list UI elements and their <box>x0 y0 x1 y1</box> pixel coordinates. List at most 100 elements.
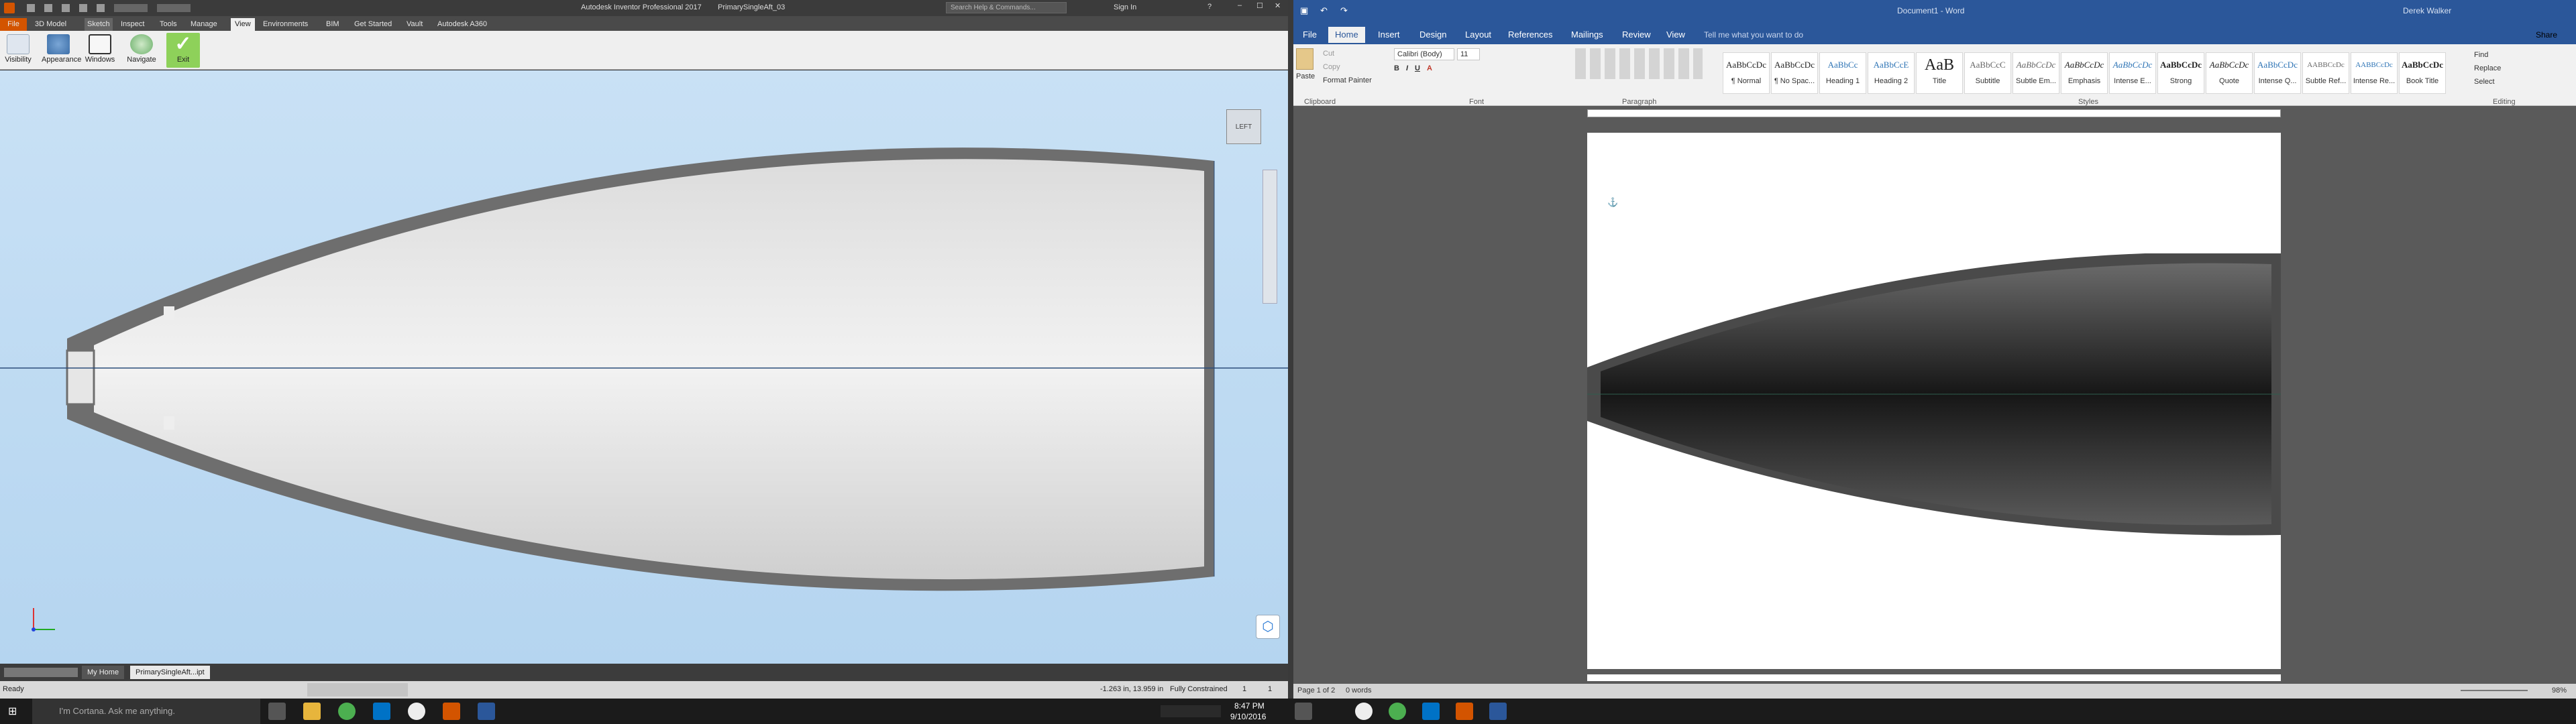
navigate-button[interactable]: Navigate <box>125 33 158 68</box>
style-intense-emphasis[interactable]: AaBbCcDc Intense E... <box>2109 52 2156 94</box>
format-painter-button[interactable]: Format Painter <box>1323 76 1372 84</box>
taskbar2-steam-icon[interactable] <box>1355 703 1373 720</box>
maximize-icon[interactable]: ☐ <box>1256 1 1263 10</box>
cortana-search[interactable]: I'm Cortana. Ask me anything. <box>32 699 260 724</box>
zoom-level[interactable]: 98% <box>2552 686 2567 695</box>
paste-icon[interactable] <box>1296 48 1313 70</box>
tab-environments[interactable]: Environments <box>263 18 308 31</box>
tab-design[interactable]: Design <box>1413 27 1453 43</box>
tab-3d-model[interactable]: 3D Model <box>35 18 66 31</box>
start-button[interactable]: ⊞ <box>8 705 17 718</box>
chrome-icon[interactable] <box>338 703 356 720</box>
outlook-icon[interactable] <box>373 703 390 720</box>
doc-tab-my-home[interactable]: My Home <box>82 666 125 679</box>
style-normal[interactable]: AaBbCcDc ¶ Normal <box>1723 52 1770 94</box>
tab-mailings[interactable]: Mailings <box>1564 27 1610 43</box>
tab-vault[interactable]: Vault <box>407 18 423 31</box>
window-arrange-icons[interactable] <box>4 668 78 677</box>
style-subtitle[interactable]: AaBbCcC Subtitle <box>1964 52 2011 94</box>
sketch-status-icons[interactable] <box>307 683 408 697</box>
select-button[interactable]: Select <box>2474 78 2495 86</box>
font-size-select[interactable]: 11 <box>1457 48 1480 60</box>
style-quote[interactable]: AaBbCcDc Quote <box>2206 52 2253 94</box>
a360-icon[interactable]: ⬡ <box>1256 615 1280 639</box>
navigation-bar[interactable] <box>1263 170 1277 304</box>
taskbar2-chrome-icon[interactable] <box>1389 703 1406 720</box>
word-taskbar-icon[interactable] <box>478 703 495 720</box>
replace-button[interactable]: Replace <box>2474 64 2501 72</box>
style-intense-reference[interactable]: AABBCcDc Intense Re... <box>2351 52 2398 94</box>
style-emphasis[interactable]: AaBbCcDc Emphasis <box>2061 52 2108 94</box>
underline-button[interactable]: U <box>1415 64 1420 76</box>
clock-date[interactable]: 9/10/2016 <box>1230 712 1266 721</box>
tab-file[interactable]: File <box>1296 27 1324 43</box>
appearance-dropdown[interactable] <box>157 4 191 12</box>
exit-button[interactable]: ✓ Exit <box>166 33 200 68</box>
style-title[interactable]: AaB Title <box>1916 52 1963 94</box>
help-search-input[interactable]: Search Help & Commands... <box>946 2 1067 13</box>
tab-inspect[interactable]: Inspect <box>121 18 144 31</box>
copy-button[interactable]: Copy <box>1323 63 1340 71</box>
task-view-icon[interactable] <box>268 703 286 720</box>
viewcube[interactable]: LEFT <box>1226 109 1261 144</box>
tab-insert[interactable]: Insert <box>1371 27 1407 43</box>
word-redo-icon[interactable]: ↷ <box>1340 5 1348 16</box>
horizontal-ruler[interactable] <box>1293 106 2576 121</box>
windows-button[interactable]: Windows <box>83 33 117 68</box>
tab-view[interactable]: View <box>231 18 255 31</box>
bold-button[interactable]: B <box>1394 64 1399 76</box>
file-tab[interactable]: File <box>0 18 27 31</box>
taskbar2-word-icon[interactable] <box>1489 703 1507 720</box>
taskbar2-start-icon[interactable] <box>1295 703 1312 720</box>
inventor-graphics-window[interactable]: LEFT ⬡ <box>0 70 1288 664</box>
clock-time[interactable]: 8:47 PM <box>1234 701 1265 711</box>
taskbar2-outlook-icon[interactable] <box>1422 703 1440 720</box>
taskbar2-inventor-icon[interactable] <box>1456 703 1473 720</box>
style-no-spacing[interactable]: AaBbCcDc ¶ No Spac... <box>1771 52 1818 94</box>
style-book-title[interactable]: AaBbCcDc Book Title <box>2399 52 2446 94</box>
tab-references[interactable]: References <box>1501 27 1559 43</box>
page-count[interactable]: Page 1 of 2 <box>1297 686 1335 695</box>
word-undo-icon[interactable]: ↶ <box>1320 5 1328 16</box>
tab-tools[interactable]: Tools <box>160 18 177 31</box>
inventor-taskbar-icon[interactable] <box>443 703 460 720</box>
inventor-logo-icon[interactable] <box>4 3 15 13</box>
visibility-button[interactable]: Visibility <box>1 33 35 68</box>
tab-autodesk-a360[interactable]: Autodesk A360 <box>437 18 487 31</box>
paragraph-controls[interactable] <box>1575 48 1703 79</box>
redo-icon[interactable] <box>97 4 105 12</box>
paste-button[interactable]: Paste <box>1296 72 1315 80</box>
tab-sketch[interactable]: Sketch <box>85 18 113 31</box>
style-heading-1[interactable]: AaBbCc Heading 1 <box>1819 52 1866 94</box>
system-tray-icons[interactable] <box>1161 705 1221 717</box>
tab-home[interactable]: Home <box>1328 27 1365 43</box>
italic-button[interactable]: I <box>1406 64 1408 76</box>
font-color-button[interactable]: A <box>1427 64 1432 76</box>
style-subtle-emphasis[interactable]: AaBbCcDc Subtle Em... <box>2012 52 2059 94</box>
style-strong[interactable]: AaBbCcDc Strong <box>2157 52 2204 94</box>
style-heading-2[interactable]: AaBbCcE Heading 2 <box>1868 52 1915 94</box>
save-icon[interactable] <box>62 4 70 12</box>
word-count[interactable]: 0 words <box>1346 686 1372 695</box>
tab-bim[interactable]: BIM <box>326 18 339 31</box>
material-dropdown[interactable] <box>114 4 148 12</box>
word-save-icon[interactable]: ▣ <box>1300 5 1308 16</box>
open-icon[interactable] <box>44 4 52 12</box>
document-page[interactable]: ⚓ <box>1587 133 2281 669</box>
appearance-button[interactable]: Appearance <box>42 33 81 68</box>
tell-me-search[interactable]: Tell me what you want to do <box>1704 30 1803 40</box>
share-button[interactable]: Share <box>2536 30 2557 40</box>
cut-button[interactable]: Cut <box>1323 50 1334 58</box>
tab-manage[interactable]: Manage <box>191 18 217 31</box>
steam-icon[interactable] <box>408 703 425 720</box>
style-intense-quote[interactable]: AaBbCcDc Intense Q... <box>2254 52 2301 94</box>
font-name-select[interactable]: Calibri (Body) <box>1394 48 1454 60</box>
style-subtle-reference[interactable]: AABBCcDc Subtle Ref... <box>2302 52 2349 94</box>
tab-review[interactable]: Review <box>1615 27 1658 43</box>
undo-icon[interactable] <box>79 4 87 12</box>
new-icon[interactable] <box>27 4 35 12</box>
word-user-name[interactable]: Derek Walker <box>2403 6 2451 15</box>
find-button[interactable]: Find <box>2474 51 2488 59</box>
tab-get-started[interactable]: Get Started <box>354 18 392 31</box>
zoom-slider[interactable] <box>2461 690 2528 691</box>
